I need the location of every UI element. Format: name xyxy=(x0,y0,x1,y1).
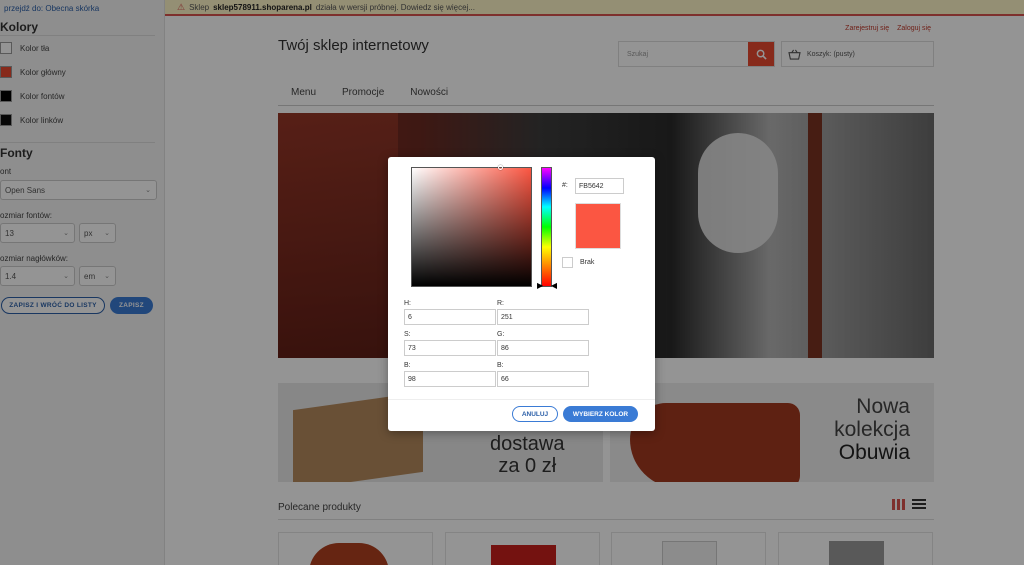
arrow-left-icon: ◀ xyxy=(550,281,557,290)
s-input[interactable]: 73 xyxy=(404,340,496,356)
divider xyxy=(388,399,655,400)
hex-label: #: xyxy=(562,182,568,189)
h-label: H: xyxy=(404,300,411,307)
no-color-label: Brak xyxy=(580,259,595,266)
hue-slider-handle[interactable]: ▶ ◀ xyxy=(537,281,557,290)
g-label: G: xyxy=(497,331,505,338)
choose-color-button[interactable]: WYBIERZ KOLOR xyxy=(563,406,638,422)
cancel-button[interactable]: ANULUJ xyxy=(512,406,558,422)
s-label: S: xyxy=(404,331,411,338)
hue-slider[interactable] xyxy=(541,167,552,287)
color-picker-dialog: ▶ ◀ #: FB5642 Brak H: 6 R: 251 S: 73 G: … xyxy=(388,157,655,431)
b-label: B: xyxy=(404,362,411,369)
blue-label: B: xyxy=(497,362,504,369)
saturation-brightness-area[interactable] xyxy=(411,165,532,287)
arrow-right-icon: ▶ xyxy=(537,281,544,290)
color-preview-swatch xyxy=(575,203,621,249)
brightness-input[interactable]: 98 xyxy=(404,371,496,387)
no-color-checkbox[interactable] xyxy=(562,257,573,268)
r-label: R: xyxy=(497,300,504,307)
h-input[interactable]: 6 xyxy=(404,309,496,325)
hex-input[interactable]: FB5642 xyxy=(575,178,624,194)
blue-input[interactable]: 66 xyxy=(497,371,589,387)
r-input[interactable]: 251 xyxy=(497,309,589,325)
sv-cursor[interactable] xyxy=(498,165,503,170)
g-input[interactable]: 86 xyxy=(497,340,589,356)
